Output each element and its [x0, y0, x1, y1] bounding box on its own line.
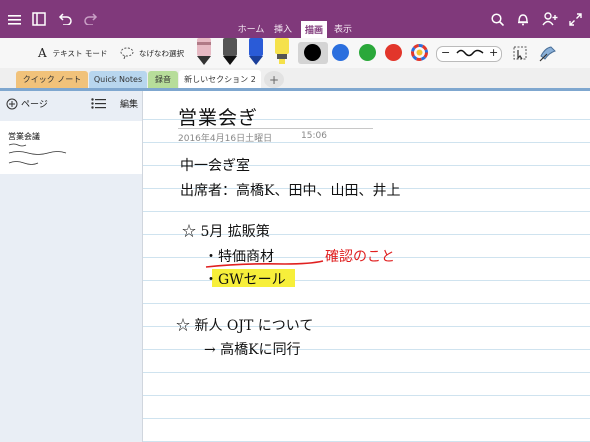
menu-icon[interactable] [6, 0, 22, 38]
text-mode-label: テキスト モード [52, 48, 108, 58]
page-thumbnail-scribble [8, 143, 67, 165]
thinner-icon[interactable]: − [441, 46, 450, 60]
add-section-button[interactable]: + [264, 71, 284, 88]
notebooks-icon[interactable] [31, 0, 47, 38]
highlighter-yellow-icon[interactable] [272, 38, 292, 66]
tab-view[interactable]: 表示 [331, 18, 355, 38]
color-black-swatch[interactable] [304, 44, 321, 61]
note-title[interactable]: 営業会ぎ [178, 103, 258, 130]
redo-icon[interactable] [83, 0, 99, 38]
note-time: 15:06 [301, 131, 327, 141]
add-circle-icon [6, 98, 18, 109]
undo-icon[interactable] [57, 0, 73, 38]
pen-pink-icon[interactable] [194, 38, 214, 66]
search-icon[interactable] [489, 0, 505, 38]
note-line-3[interactable]: ☆ 5月 拡販策 [182, 221, 270, 241]
section-tab-recording[interactable]: 録音 [148, 71, 178, 88]
note-line-7[interactable]: → 高橋Kに同行 [204, 339, 301, 359]
page-thumbnail-title: 営業会議 [8, 132, 40, 141]
add-person-icon[interactable] [541, 0, 559, 38]
lasso-label: なげなわ選択 [139, 48, 184, 58]
section-tab-quick-notes[interactable]: Quick Notes [89, 71, 147, 88]
text-mode-button[interactable]: A テキスト モード [38, 38, 107, 68]
ink-to-shape-icon[interactable] [539, 44, 557, 62]
add-page-button[interactable]: ページ [6, 97, 48, 110]
text-mode-icon: A [38, 46, 47, 60]
tab-home[interactable]: ホーム [235, 18, 267, 38]
note-line-6[interactable]: ☆ 新人 OJT について [176, 315, 313, 335]
select-object-icon[interactable] [513, 46, 527, 60]
tab-draw[interactable]: 描画 [301, 21, 327, 38]
section-tab-new-section-2[interactable]: 新しいセクション 2 [179, 70, 261, 89]
stroke-preview-icon [456, 49, 484, 57]
note-line-5[interactable]: ・GWセール [204, 269, 286, 289]
section-tab-quick-note[interactable]: クイック ノート [16, 71, 88, 88]
note-line-1[interactable]: 中一会ぎ室 [180, 155, 250, 175]
bell-icon[interactable] [515, 0, 531, 38]
title-underline [178, 128, 373, 129]
lasso-icon [120, 47, 134, 59]
color-red-swatch[interactable] [385, 44, 402, 61]
tab-insert[interactable]: 挿入 [271, 18, 295, 38]
color-blue-swatch[interactable] [332, 44, 349, 61]
expand-icon[interactable] [567, 0, 583, 38]
annotation-text[interactable]: 確認のこと [325, 246, 395, 266]
lasso-select-button[interactable]: なげなわ選択 [120, 38, 184, 68]
note-date: 2016年4月16日土曜日 [178, 134, 273, 144]
edit-pages-button[interactable]: 編集 [120, 97, 138, 110]
pen-black-icon[interactable] [220, 38, 240, 66]
note-line-2[interactable]: 出席者：高橋K、田中、山田、井上 [180, 180, 400, 200]
color-picker-icon[interactable] [411, 44, 428, 61]
color-green-swatch[interactable] [359, 44, 376, 61]
page-list-view-icon[interactable] [91, 98, 106, 109]
thicker-icon[interactable]: + [489, 46, 498, 60]
add-page-label: ページ [21, 100, 48, 110]
pen-blue-icon[interactable] [246, 38, 266, 66]
